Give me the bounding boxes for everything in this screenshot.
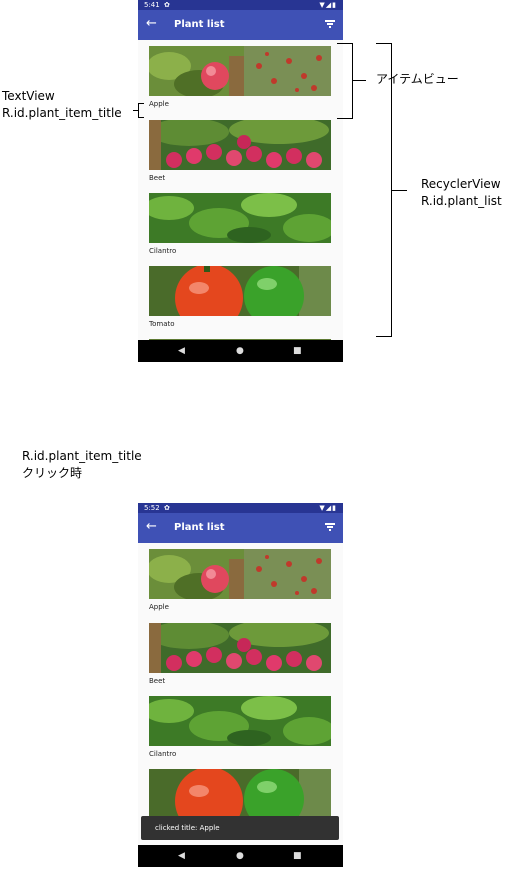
gear-icon: ✿ — [164, 1, 170, 9]
filter-icon[interactable] — [325, 20, 335, 28]
plant-item-title[interactable]: Apple — [149, 603, 169, 612]
filter-icon[interactable] — [325, 523, 335, 531]
bracket-itemview-tick — [352, 80, 366, 81]
list-item[interactable]: Beet — [138, 114, 343, 187]
plant-image-tomato — [149, 769, 331, 819]
nav-back-icon[interactable]: ◀ — [178, 851, 185, 861]
nav-home-icon[interactable]: ● — [236, 346, 244, 356]
annotation-item-view: アイテムビュー — [376, 72, 459, 86]
bracket-recycler-bottom — [376, 336, 392, 337]
plant-item-title[interactable]: Beet — [149, 174, 165, 183]
plant-item-title[interactable]: Cilantro — [149, 247, 176, 256]
plant-item-title[interactable]: Beet — [149, 677, 165, 686]
plant-image-beet — [149, 623, 331, 673]
status-icons: ▼◢▮ — [319, 504, 337, 512]
status-bar: 5:41 ✿ ▼◢▮ — [138, 0, 343, 10]
phone-screen-1: 5:41 ✿ ▼◢▮ ← Plant list Apple Beet Cilan… — [138, 0, 343, 362]
plant-item-title[interactable]: Cilantro — [149, 750, 176, 759]
bracket-textview-tick — [133, 110, 138, 111]
status-time: 5:52 — [144, 504, 160, 512]
bracket-itemview-top — [337, 43, 353, 44]
nav-bar: ◀ ● ■ — [138, 340, 343, 362]
annotation-textview-type: TextView — [2, 89, 55, 103]
bracket-itemview-spine — [352, 43, 353, 119]
plant-image-tomato — [149, 266, 331, 316]
list-item[interactable]: Cilantro — [138, 690, 343, 763]
status-time: 5:41 — [144, 1, 160, 9]
bracket-recycler-tick — [391, 190, 407, 191]
bracket-textview-bottom — [138, 117, 144, 118]
list-item[interactable]: Cilantro — [138, 187, 343, 260]
toast-text: clicked title: Apple — [155, 824, 220, 832]
toast-message: clicked title: Apple — [141, 816, 339, 840]
app-title: Plant list — [174, 522, 225, 533]
annotation-textview-id: R.id.plant_item_title — [2, 106, 122, 120]
plant-item-title[interactable]: Apple — [149, 100, 169, 109]
bracket-recycler-top — [376, 43, 392, 44]
plant-image-apple — [149, 46, 331, 96]
annotation-click-id: R.id.plant_item_title — [22, 449, 142, 463]
annotation-recycler-id: R.id.plant_list — [421, 194, 502, 208]
list-item[interactable]: Tomato — [138, 260, 343, 333]
status-icons: ▼◢▮ — [319, 1, 337, 9]
phone-screen-2: 5:52 ✿ ▼◢▮ ← Plant list Apple Beet Cilan… — [138, 503, 343, 867]
nav-recents-icon[interactable]: ■ — [293, 346, 302, 356]
app-title: Plant list — [174, 19, 225, 30]
annotation-recycler-type: RecyclerView — [421, 177, 501, 191]
plant-image-beet — [149, 120, 331, 170]
nav-recents-icon[interactable]: ■ — [293, 851, 302, 861]
plant-image-apple — [149, 549, 331, 599]
status-bar: 5:52 ✿ ▼◢▮ — [138, 503, 343, 513]
list-item[interactable]: Apple — [138, 40, 343, 113]
list-item[interactable]: Apple — [138, 543, 343, 616]
nav-back-icon[interactable]: ◀ — [178, 346, 185, 356]
bracket-itemview-bottom — [337, 118, 353, 119]
app-bar: ← Plant list — [138, 513, 343, 543]
plant-image-cilantro — [149, 696, 331, 746]
bracket-textview-top — [138, 103, 144, 104]
plant-item-title[interactable]: Tomato — [149, 320, 175, 329]
back-arrow-icon[interactable]: ← — [146, 519, 157, 535]
back-arrow-icon[interactable]: ← — [146, 16, 157, 32]
plant-image-cilantro — [149, 193, 331, 243]
app-bar: ← Plant list — [138, 10, 343, 40]
list-item[interactable]: Beet — [138, 617, 343, 690]
nav-home-icon[interactable]: ● — [236, 851, 244, 861]
gear-icon: ✿ — [164, 504, 170, 512]
bracket-textview — [138, 103, 139, 118]
annotation-click-caption: クリック時 — [22, 466, 83, 480]
nav-bar: ◀ ● ■ — [138, 845, 343, 867]
